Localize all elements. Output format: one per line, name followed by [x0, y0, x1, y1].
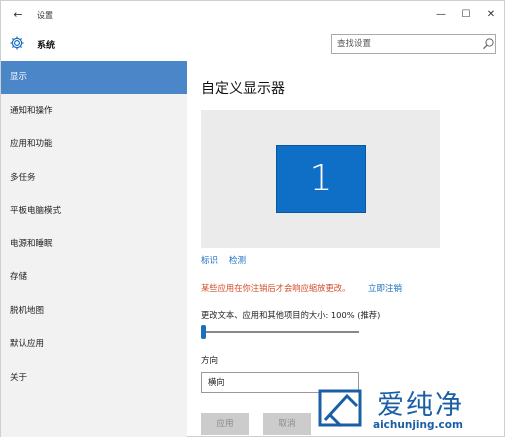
scale-slider-track[interactable] — [201, 331, 359, 333]
detect-link[interactable]: 检测 — [229, 254, 246, 266]
settings-window: ← 设置 — ☐ ✕ 系统 显示 通知和操作 应用和功能 多任务 平板电脑模式 … — [0, 0, 505, 437]
sidebar-item-apps-features[interactable]: 应用和功能 — [1, 128, 187, 161]
sign-out-now-link[interactable]: 立即注销 — [368, 282, 402, 294]
section-title: 系统 — [37, 41, 56, 51]
sidebar-item-about[interactable]: 关于 — [1, 362, 187, 395]
display-arrangement-area: 1 — [201, 110, 440, 248]
scale-label: 更改文本、应用和其他项目的大小: 100% (推荐) — [201, 310, 381, 320]
sidebar-item-notifications[interactable]: 通知和操作 — [1, 95, 187, 128]
sidebar-item-power-sleep[interactable]: 电源和睡眠 — [1, 228, 187, 261]
sidebar-item-offline-maps[interactable]: 脱机地图 — [1, 295, 187, 328]
minimize-button[interactable]: — — [431, 7, 451, 23]
identify-link[interactable]: 标识 — [201, 254, 218, 266]
scale-slider[interactable] — [201, 325, 359, 339]
apply-button[interactable]: 应用 — [201, 413, 249, 435]
scale-slider-thumb[interactable] — [201, 325, 206, 339]
sidebar-item-default-apps[interactable]: 默认应用 — [1, 328, 187, 361]
sidebar-item-multitasking[interactable]: 多任务 — [1, 162, 187, 195]
search-icon[interactable] — [482, 37, 495, 50]
sidebar: 显示 通知和操作 应用和功能 多任务 平板电脑模式 电源和睡眠 存储 脱机地图 … — [1, 61, 187, 437]
window-title: 设置 — [37, 11, 53, 20]
sidebar-item-tablet-mode[interactable]: 平板电脑模式 — [1, 195, 187, 228]
maximize-button[interactable]: ☐ — [456, 7, 476, 23]
sidebar-item-display[interactable]: 显示 — [1, 61, 187, 94]
sidebar-item-storage[interactable]: 存储 — [1, 261, 187, 294]
monitor-1-tile[interactable]: 1 — [276, 145, 366, 213]
watermark-logo-icon — [318, 389, 362, 428]
cancel-button[interactable]: 取消 — [263, 413, 311, 435]
page-title: 自定义显示器 — [201, 81, 285, 97]
orientation-label: 方向 — [201, 356, 219, 366]
back-button[interactable]: ← — [9, 7, 27, 23]
search-box[interactable] — [331, 34, 496, 54]
gear-icon — [10, 36, 24, 50]
scaling-warning-text: 某些应用在你注销后才会响应缩放更改。 — [201, 283, 351, 293]
watermark-brand: 爱纯净 — [377, 390, 464, 421]
search-input[interactable] — [332, 35, 477, 53]
main-panel: 自定义显示器 1 标识 检测 某些应用在你注销后才会响应缩放更改。 立即注销 更… — [187, 61, 505, 437]
close-button[interactable]: ✕ — [481, 7, 501, 23]
title-bar: ← 设置 — ☐ ✕ — [1, 1, 505, 29]
watermark-url: aichunjing.com — [373, 419, 463, 431]
